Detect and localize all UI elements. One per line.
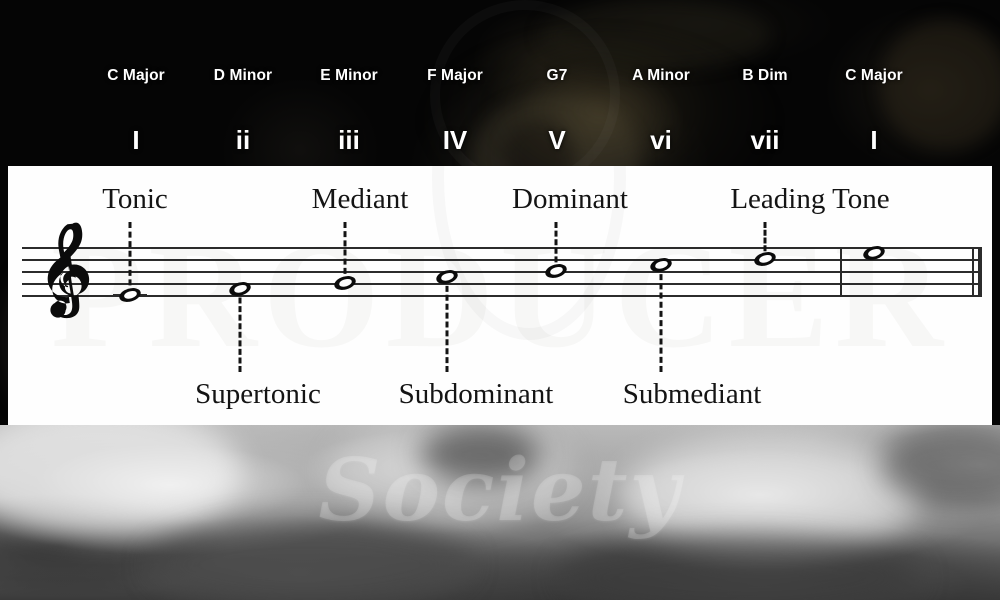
smoke-wisp xyxy=(560,535,920,600)
chord-name: E Minor xyxy=(320,67,378,84)
whole-note xyxy=(332,273,358,293)
chord-name: F Major xyxy=(427,67,483,84)
smoke-wisp xyxy=(0,425,240,535)
roman-numeral: V xyxy=(548,125,566,155)
chord-name-row: C Major D Minor E Minor F Major G7 A Minor B D… xyxy=(0,67,1000,91)
scale-degree-label: Supertonic xyxy=(195,378,321,410)
roman-numeral: I xyxy=(870,125,878,155)
chord-name: A Minor xyxy=(632,67,690,84)
staff-line xyxy=(22,259,980,261)
scale-degree-label: Dominant xyxy=(512,183,628,215)
roman-numeral: ii xyxy=(235,125,251,155)
treble-clef-icon xyxy=(36,221,96,325)
note-label-connector xyxy=(128,222,132,295)
scale-degree-label: Mediant xyxy=(311,183,409,215)
chord-name: B Dim xyxy=(742,67,788,84)
roman-numeral: I xyxy=(132,125,140,155)
score-panel: PRODUCER Tonic Mediant Dominant Leading Ton… xyxy=(8,166,992,425)
note-label-connector xyxy=(343,222,347,283)
staff-line xyxy=(22,295,980,297)
whole-note xyxy=(752,249,778,269)
scale-degree-label: Tonic xyxy=(102,183,168,215)
scale-degree-label: Subdominant xyxy=(398,378,554,410)
chord-name: D Minor xyxy=(213,67,273,84)
roman-numeral-row: Iii iii IV Vvi vii I xyxy=(0,125,1000,159)
background-blur-blob xyxy=(540,0,770,70)
final-barline-thin xyxy=(972,247,974,297)
smoke-background xyxy=(0,425,1000,600)
roman-numeral: vii xyxy=(750,125,780,155)
smoke-wisp xyxy=(150,520,470,600)
chord-name: C Major xyxy=(107,67,165,84)
chord-name: G7 xyxy=(546,67,568,84)
scale-degree-label: Submediant xyxy=(622,378,762,410)
note-label-connector xyxy=(659,265,663,372)
whole-note xyxy=(117,285,143,305)
scale-degree-label: Leading Tone xyxy=(730,183,890,215)
screenshot-stage: Society C MajorD MinorE MinorF MajorG7A … xyxy=(0,0,1000,600)
note-label-connector xyxy=(238,289,242,372)
staff-line xyxy=(22,247,980,249)
staff-line xyxy=(22,283,980,285)
roman-numeral: IV xyxy=(442,125,468,155)
chord-name: C Major xyxy=(845,67,903,84)
roman-numeral: iii xyxy=(338,125,360,155)
final-barline-thick xyxy=(978,247,982,297)
smoke-wisp xyxy=(420,425,540,485)
note-label-connector xyxy=(445,277,449,372)
roman-numeral: vi xyxy=(650,125,672,155)
barline xyxy=(840,247,842,297)
staff-line xyxy=(22,271,980,273)
